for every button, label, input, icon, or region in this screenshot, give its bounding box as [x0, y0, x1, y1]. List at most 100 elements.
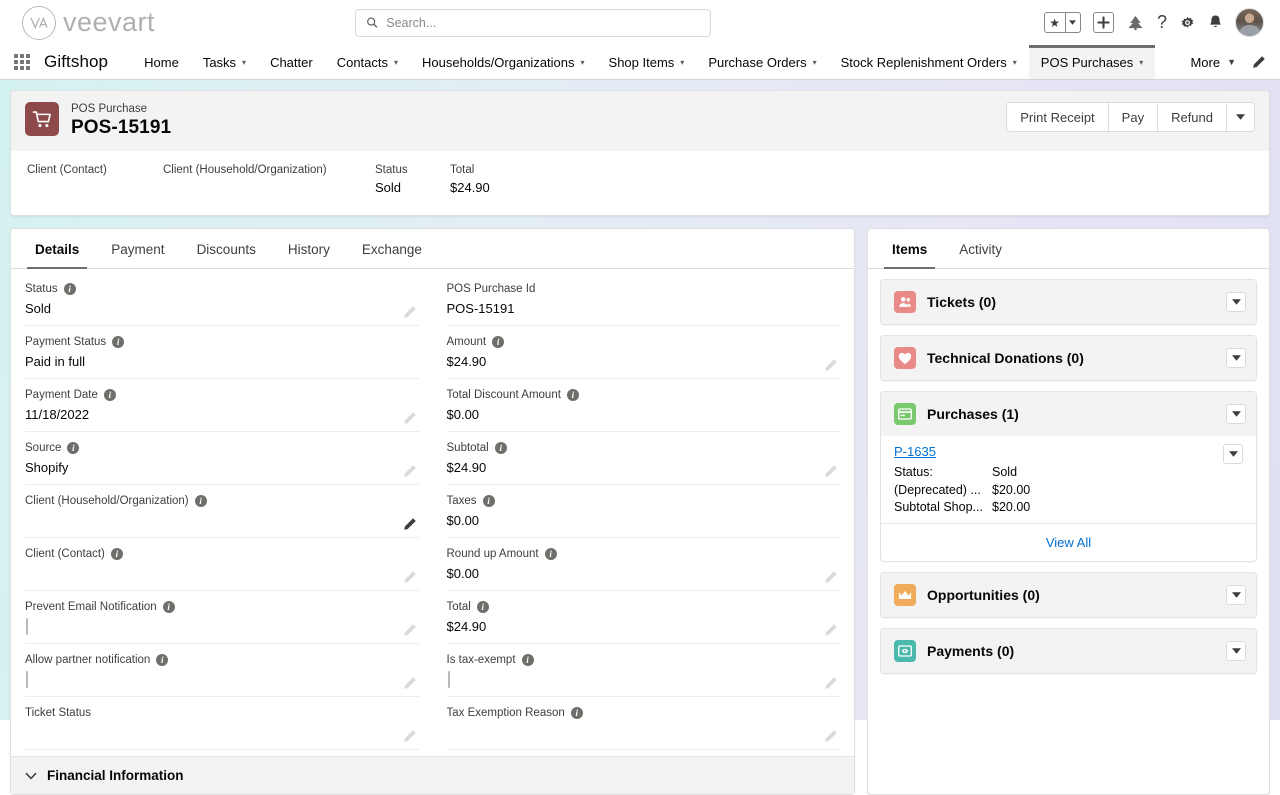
more-actions-caret-icon[interactable]	[1227, 102, 1255, 132]
field-label-text: Prevent Email Notification	[25, 599, 157, 615]
related-list-header[interactable]: Technical Donations (0)	[881, 336, 1256, 380]
edit-pencil-icon[interactable]	[403, 676, 417, 690]
info-help-icon[interactable]: i	[67, 442, 79, 454]
related-list-caret-icon[interactable]	[1226, 292, 1246, 312]
field-value: $24.90	[447, 456, 841, 480]
notifications-bell-icon[interactable]	[1208, 14, 1223, 31]
info-help-icon[interactable]: i	[195, 495, 207, 507]
info-help-icon[interactable]: i	[112, 336, 124, 348]
nav-item-home[interactable]: Home	[132, 45, 191, 79]
edit-pencil-icon[interactable]	[403, 464, 417, 478]
related-list-header[interactable]: Opportunities (0)	[881, 573, 1256, 617]
nav-item-households-organizations[interactable]: Households/Organizations ▾	[410, 45, 597, 79]
nav-item-purchase-orders[interactable]: Purchase Orders ▾	[696, 45, 828, 79]
info-help-icon[interactable]: i	[571, 707, 583, 719]
field-tax-exemption-reason: Tax Exemption Reasoni	[447, 697, 841, 750]
related-list-row: (Deprecated) ...$20.00	[894, 482, 1243, 500]
help-question-icon[interactable]: ?	[1157, 12, 1167, 33]
chevron-down-icon[interactable]: ▾	[394, 58, 398, 67]
info-help-icon[interactable]: i	[522, 654, 534, 666]
field-value: $0.00	[447, 509, 841, 533]
chevron-down-icon[interactable]: ▾	[1139, 58, 1143, 67]
chevron-down-icon[interactable]: ▾	[813, 58, 817, 67]
pay-button[interactable]: Pay	[1109, 102, 1158, 132]
related-list-header[interactable]: Tickets (0)	[881, 280, 1256, 324]
related-record-link[interactable]: P-1635	[894, 444, 936, 459]
chevron-down-icon[interactable]: ▾	[680, 58, 684, 67]
info-help-icon[interactable]: i	[156, 654, 168, 666]
info-help-icon[interactable]: i	[567, 389, 579, 401]
related-list-header[interactable]: Payments (0)	[881, 629, 1256, 673]
user-avatar[interactable]	[1235, 8, 1264, 37]
print-receipt-button[interactable]: Print Receipt	[1006, 102, 1108, 132]
veevart-logo[interactable]: veevart	[0, 6, 155, 40]
related-list-header[interactable]: Purchases (1)	[881, 392, 1256, 436]
tab-payment[interactable]: Payment	[95, 229, 180, 268]
info-help-icon[interactable]: i	[483, 495, 495, 507]
tab-history[interactable]: History	[272, 229, 346, 268]
edit-pencil-icon[interactable]	[403, 570, 417, 584]
tab-discounts[interactable]: Discounts	[181, 229, 272, 268]
tab-items[interactable]: Items	[876, 229, 943, 268]
info-help-icon[interactable]: i	[104, 389, 116, 401]
favorites-star-icon[interactable]: ★	[1045, 13, 1065, 32]
app-launcher-grid-icon[interactable]	[0, 45, 44, 79]
tab-details[interactable]: Details	[19, 229, 95, 268]
row-actions-caret-icon[interactable]	[1223, 444, 1243, 464]
tab-exchange[interactable]: Exchange	[346, 229, 438, 268]
edit-pencil-icon[interactable]	[403, 729, 417, 743]
nav-item-contacts[interactable]: Contacts ▾	[325, 45, 410, 79]
related-list-caret-icon[interactable]	[1226, 641, 1246, 661]
field-label-text: Is tax-exempt	[447, 652, 516, 668]
info-help-icon[interactable]: i	[111, 548, 123, 560]
view-all-link[interactable]: View All	[881, 523, 1256, 561]
chevron-down-icon: ▼	[1227, 57, 1236, 67]
nature-tree-icon[interactable]	[1126, 14, 1145, 31]
related-list-row: Status:Sold	[894, 464, 1243, 482]
edit-pencil-icon[interactable]	[824, 676, 838, 690]
info-help-icon[interactable]: i	[163, 601, 175, 613]
global-search[interactable]	[355, 9, 711, 37]
nav-item-chatter[interactable]: Chatter	[258, 45, 325, 79]
chevron-down-icon[interactable]: ▾	[1013, 58, 1017, 67]
field-label-text: POS Purchase Id	[447, 281, 536, 297]
checkbox-input[interactable]	[448, 671, 450, 688]
setup-gear-icon[interactable]	[1179, 14, 1196, 31]
nav-more-button[interactable]: More ▼	[1180, 45, 1246, 79]
info-help-icon[interactable]: i	[64, 283, 76, 295]
edit-pencil-icon[interactable]	[403, 623, 417, 637]
favorites-control[interactable]: ★	[1044, 12, 1081, 33]
nav-item-stock-replenishment-orders[interactable]: Stock Replenishment Orders ▾	[829, 45, 1029, 79]
checkbox-input[interactable]	[26, 671, 28, 688]
edit-pencil-icon[interactable]	[403, 305, 417, 319]
info-help-icon[interactable]: i	[495, 442, 507, 454]
edit-pencil-icon[interactable]	[824, 358, 838, 372]
section-financial-information[interactable]: Financial Information	[11, 756, 854, 794]
edit-pencil-icon[interactable]	[403, 517, 417, 531]
nav-edit-pencil-icon[interactable]	[1246, 45, 1280, 79]
field-label: Payment Statusi	[25, 334, 419, 350]
chevron-down-icon[interactable]: ▾	[242, 58, 246, 67]
related-list-caret-icon[interactable]	[1226, 585, 1246, 605]
checkbox-input[interactable]	[26, 618, 28, 635]
info-help-icon[interactable]: i	[545, 548, 557, 560]
related-list-caret-icon[interactable]	[1226, 404, 1246, 424]
edit-pencil-icon[interactable]	[824, 729, 838, 743]
favorites-caret-icon[interactable]	[1066, 13, 1080, 32]
field-label: Total Discount Amounti	[447, 387, 841, 403]
nav-item-shop-items[interactable]: Shop Items ▾	[597, 45, 697, 79]
edit-pencil-icon[interactable]	[824, 623, 838, 637]
chevron-down-icon[interactable]: ▾	[581, 58, 585, 67]
edit-pencil-icon[interactable]	[824, 464, 838, 478]
edit-pencil-icon[interactable]	[824, 570, 838, 584]
info-help-icon[interactable]: i	[477, 601, 489, 613]
nav-item-pos-purchases[interactable]: POS Purchases ▾	[1029, 45, 1156, 79]
edit-pencil-icon[interactable]	[403, 411, 417, 425]
related-list-caret-icon[interactable]	[1226, 348, 1246, 368]
nav-item-tasks[interactable]: Tasks ▾	[191, 45, 258, 79]
refund-button[interactable]: Refund	[1158, 102, 1227, 132]
add-plus-icon[interactable]	[1093, 12, 1114, 33]
search-input[interactable]	[386, 16, 700, 30]
info-help-icon[interactable]: i	[492, 336, 504, 348]
tab-activity[interactable]: Activity	[943, 229, 1018, 268]
